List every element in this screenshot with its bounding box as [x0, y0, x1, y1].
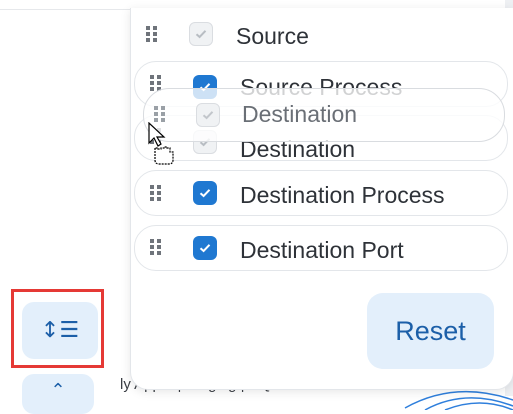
check-icon	[199, 189, 211, 198]
grab-cursor-icon	[148, 122, 174, 165]
scroll-up-button[interactable]: ⌃	[22, 374, 94, 414]
sort-columns-button[interactable]: ↕☰	[22, 302, 98, 359]
drag-handle-icon[interactable]	[150, 239, 162, 255]
sort-lines-icon: ↕☰	[40, 318, 80, 343]
column-label: Destination Process	[240, 182, 445, 208]
drag-handle-icon[interactable]	[146, 26, 158, 42]
column-label: Destination	[242, 101, 358, 127]
checkbox-dragging	[196, 103, 220, 127]
column-item-destination-port[interactable]: Destination Port	[134, 225, 508, 271]
checkbox-source[interactable]	[189, 22, 213, 46]
drag-handle-icon[interactable]	[154, 106, 166, 122]
drag-handle-icon[interactable]	[150, 185, 162, 201]
check-icon	[195, 30, 207, 39]
column-item-destination-process[interactable]: Destination Process	[134, 170, 508, 216]
column-label: Destination Port	[240, 237, 404, 263]
reset-button[interactable]: Reset	[367, 293, 494, 369]
checkbox-destination-port[interactable]	[193, 236, 217, 260]
check-icon	[199, 244, 211, 253]
checkbox-destination-process[interactable]	[193, 181, 217, 205]
column-label: Source	[236, 23, 309, 49]
check-icon	[202, 111, 214, 120]
column-item-source[interactable]: Source	[131, 12, 513, 56]
chevron-up-icon: ⌃	[50, 380, 66, 401]
dragging-column-item[interactable]: Destination	[143, 88, 505, 142]
